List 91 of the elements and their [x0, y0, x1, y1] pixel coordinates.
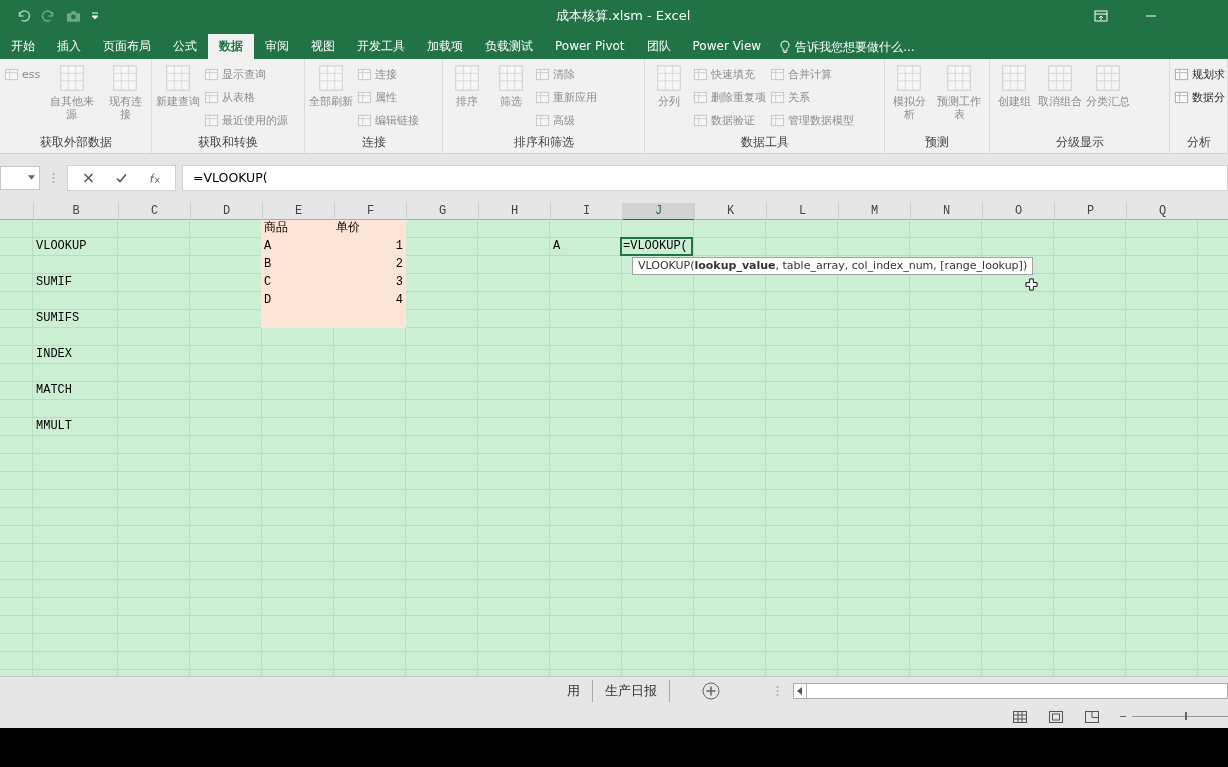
sheet-icon [1045, 63, 1075, 93]
cell-number: 2 [394, 256, 404, 273]
enter-icon[interactable] [115, 171, 128, 184]
ribbon-tab[interactable]: 审阅 [254, 34, 300, 59]
lightbulb-icon [780, 39, 791, 54]
group-label: 分析 [1185, 135, 1212, 151]
sheet-tab[interactable]: 用 [555, 680, 593, 702]
cancel-icon[interactable] [82, 171, 95, 184]
group-label: 排序和筛选 [512, 135, 575, 151]
zoom-slider[interactable] [1184, 712, 1187, 720]
page-break-icon[interactable] [1084, 709, 1100, 724]
ribbon-tab[interactable]: 开始 [0, 34, 46, 59]
sheet-tab[interactable]: 生产日报 [593, 680, 670, 702]
group-label: 预测 [924, 135, 950, 151]
customize-icon[interactable] [91, 12, 99, 20]
group-label: 连接 [360, 135, 387, 151]
cell-text: A [263, 238, 273, 255]
sheet-icon [693, 66, 708, 82]
sheet-icon [1174, 89, 1189, 105]
cell-text: VLOOKUP [35, 238, 88, 255]
ribbon-tab[interactable]: 视图 [300, 34, 346, 59]
ribbon-tab[interactable]: 公式 [162, 34, 208, 59]
sheet-icon [357, 112, 372, 128]
cell-text: C [263, 274, 273, 291]
window-title: 成本核算.xlsm - Excel [556, 7, 691, 25]
sheet-icon [999, 63, 1029, 93]
cell-text: D [263, 292, 273, 309]
ribbon-tab[interactable]: 开发工具 [346, 34, 416, 59]
function-tooltip: VLOOKUP(lookup_value, table_array, col_index_num, [range_lookup]) [632, 257, 1034, 275]
horizontal-scrollbar[interactable] [793, 683, 1228, 699]
cell-text: 单价 [335, 220, 361, 237]
cell-text: 商品 [263, 220, 289, 237]
sheet-icon [204, 66, 219, 82]
ribbon-tab[interactable]: Power Pivot [544, 34, 636, 59]
sheet-icon [204, 112, 219, 128]
ribbon-display-icon[interactable] [1094, 10, 1108, 22]
sheet-icon [770, 112, 785, 128]
sheet-icon [693, 112, 708, 128]
sheet-icon [1093, 63, 1123, 93]
ribbon-tab[interactable]: 负载测试 [474, 34, 544, 59]
group-label: 数据工具 [739, 135, 790, 151]
sheet-icon [496, 63, 526, 93]
grip-icon [52, 171, 55, 184]
sheet-icon [357, 89, 372, 105]
sheet-icon [654, 63, 684, 93]
ribbon-button[interactable]: 规划求 [1174, 64, 1225, 84]
cell-text: INDEX [35, 346, 73, 363]
cell-number: 4 [394, 292, 404, 309]
column-header[interactable]: J [622, 203, 694, 221]
grip-icon [776, 685, 779, 697]
tell-me-field[interactable]: 告诉我您想要做什么... [795, 39, 976, 54]
active-cell[interactable]: =VLOOKUP( [620, 237, 693, 256]
group-label: 获取和转换 [197, 135, 259, 151]
normal-view-icon[interactable] [1012, 709, 1028, 724]
sheet-icon [535, 112, 550, 128]
sheet-icon [1174, 66, 1189, 82]
sheet-icon [204, 89, 219, 105]
ribbon-tab[interactable]: 团队 [635, 34, 682, 59]
cell-text: MATCH [35, 382, 73, 399]
sheet-icon [316, 63, 346, 93]
group-label: 获取外部数据 [38, 135, 113, 151]
formula-field[interactable]: =VLOOKUP( [182, 164, 1228, 191]
ribbon-tab[interactable]: 插入 [46, 34, 92, 59]
undo-icon[interactable] [16, 9, 31, 23]
sheet-icon [770, 66, 785, 82]
ribbon-tab[interactable]: 页面布局 [92, 34, 162, 59]
sheet-icon [452, 63, 482, 93]
cell-text: MMULT [35, 418, 73, 435]
cell-text: B [263, 256, 273, 273]
group-label: 分级显示 [1054, 135, 1105, 151]
add-sheet-icon[interactable] [702, 682, 720, 700]
cursor-icon [1025, 278, 1038, 291]
sheet-icon [693, 89, 708, 105]
sheet-icon [535, 89, 550, 105]
page-layout-icon[interactable] [1048, 709, 1064, 724]
ribbon-tab[interactable]: Power View [681, 34, 773, 59]
sheet-icon [535, 66, 550, 82]
cell-number: 1 [394, 238, 404, 255]
cell-text: SUMIFS [35, 310, 81, 327]
cell-text: SUMIF [35, 274, 73, 291]
cell-number: 3 [394, 274, 404, 291]
function-icon[interactable] [148, 171, 161, 184]
sheet-icon [163, 63, 193, 93]
sheet-icon [770, 89, 785, 105]
ribbon-button[interactable]: 数据分 [1174, 87, 1225, 107]
sheet-icon [357, 66, 372, 82]
ribbon-tab[interactable]: 加载项 [416, 34, 474, 59]
sheet-icon [4, 66, 19, 82]
dropdown-icon [28, 175, 35, 180]
cell-text: A [552, 238, 562, 255]
ribbon-tab[interactable]: 数据 [208, 34, 254, 59]
